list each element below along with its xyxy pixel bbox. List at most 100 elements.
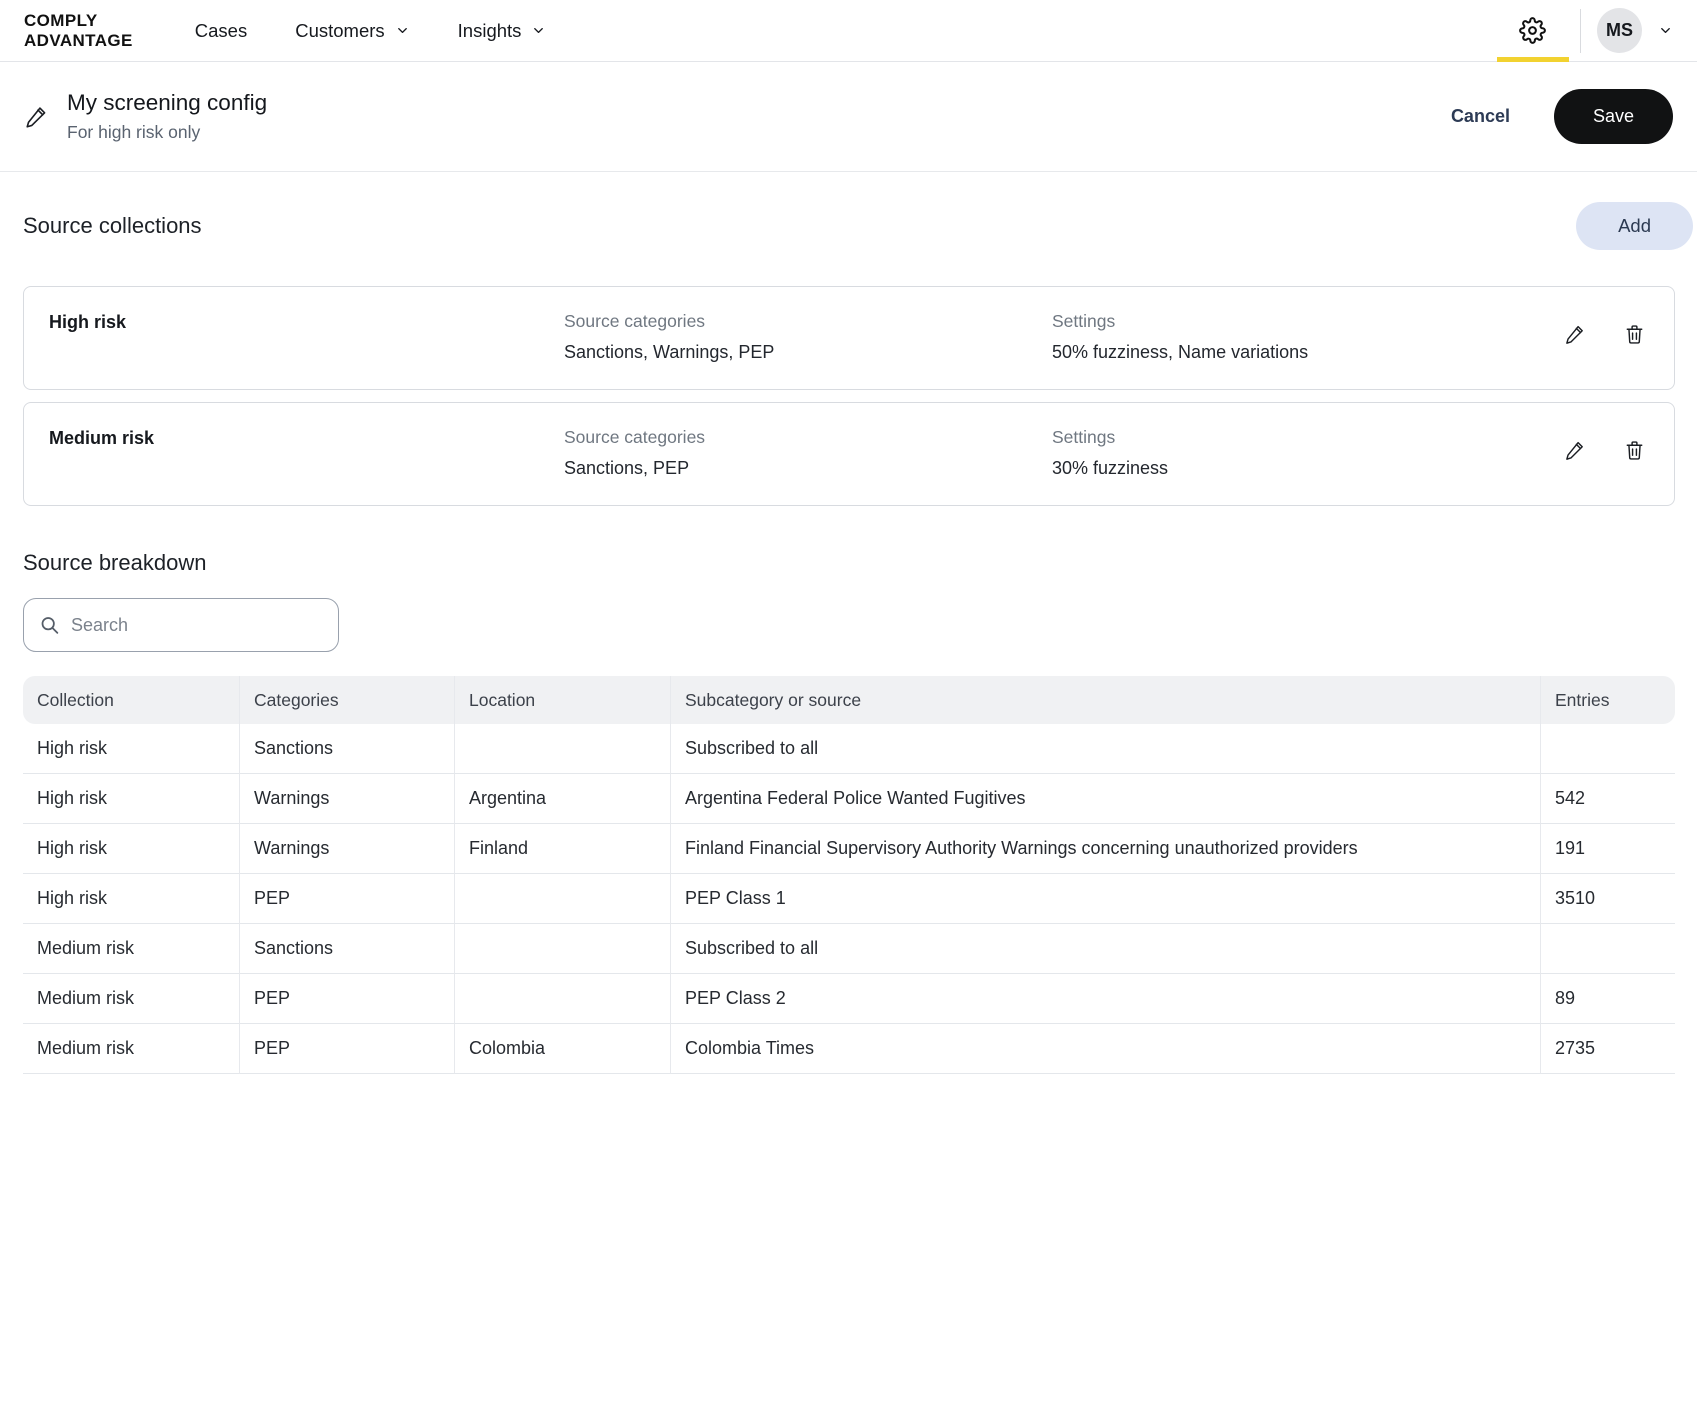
primary-nav: Cases Customers Insights [195,20,547,42]
main-content: Source collections Add High risk Source … [0,202,1697,1074]
settings-nav-button[interactable] [1501,0,1564,61]
settings-label: Settings [1052,427,1564,448]
col-header-entries: Entries [1540,676,1675,724]
collection-card-medium-risk: Medium risk Source categories Sanctions,… [23,402,1675,506]
account-menu-button[interactable] [1658,23,1673,38]
settings-value: 50% fuzziness, Name variations [1052,342,1564,363]
nav-item-insights-label: Insights [458,20,522,42]
comply-advantage-logo[interactable]: COMPLYADVANTAGE [24,11,133,49]
col-header-subcategory: Subcategory or source [670,676,1540,724]
header-actions: Cancel Save [1451,89,1673,144]
cell-subcategory: Argentina Federal Police Wanted Fugitive… [670,774,1540,824]
collection-name: Medium risk [49,427,564,449]
categories-value: Sanctions, Warnings, PEP [564,342,1052,363]
avatar-initials: MS [1606,20,1633,41]
chevron-down-icon [395,23,410,38]
table-row[interactable]: High risk Warnings Finland Finland Finan… [23,824,1675,874]
config-title-block: My screening config For high risk only [67,90,267,143]
cell-entries: 191 [1540,824,1675,874]
table-header-row: Collection Categories Location Subcatego… [23,676,1675,724]
add-collection-button[interactable]: Add [1576,202,1693,250]
cell-categories: Warnings [239,824,454,874]
trash-icon [1623,323,1646,346]
collection-card-high-risk: High risk Source categories Sanctions, W… [23,286,1675,390]
cell-collection: High risk [23,824,239,874]
cell-subcategory: Subscribed to all [670,724,1540,774]
table-row[interactable]: Medium risk PEP Colombia Colombia Times … [23,1024,1675,1074]
cell-collection: Medium risk [23,924,239,974]
cell-location [454,924,670,974]
collection-name: High risk [49,311,564,333]
cell-collection: Medium risk [23,974,239,1024]
edit-collection-button[interactable] [1564,323,1587,346]
cell-categories: Warnings [239,774,454,824]
top-nav: COMPLYADVANTAGE Cases Customers Insights… [0,0,1697,62]
cell-subcategory: Colombia Times [670,1024,1540,1074]
page-subtitle: For high risk only [67,122,267,143]
settings-value: 30% fuzziness [1052,458,1564,479]
pencil-icon [1564,439,1587,462]
collection-settings: Settings 30% fuzziness [1052,427,1564,479]
table-row[interactable]: High risk Sanctions Subscribed to all [23,724,1675,774]
cell-subcategory: PEP Class 1 [670,874,1540,924]
cell-collection: High risk [23,724,239,774]
source-collections-heading: Source collections [23,213,202,239]
card-actions [1564,427,1646,462]
table-row[interactable]: High risk Warnings Argentina Argentina F… [23,774,1675,824]
source-collections-header: Source collections Add [23,202,1675,250]
card-actions [1564,311,1646,346]
search-icon [39,615,60,636]
cell-location [454,974,670,1024]
nav-item-insights[interactable]: Insights [458,20,547,42]
collection-settings: Settings 50% fuzziness, Name variations [1052,311,1564,363]
edit-pencil-icon[interactable] [24,104,50,130]
cell-location: Finland [454,824,670,874]
cell-location [454,874,670,924]
cell-collection: Medium risk [23,1024,239,1074]
save-button[interactable]: Save [1554,89,1673,144]
nav-right-group: MS [1501,0,1673,61]
cell-categories: PEP [239,974,454,1024]
table-row[interactable]: Medium risk Sanctions Subscribed to all [23,924,1675,974]
cell-entries: 2735 [1540,1024,1675,1074]
cell-categories: PEP [239,874,454,924]
search-input[interactable] [23,598,339,652]
nav-divider [1580,9,1581,53]
avatar[interactable]: MS [1597,8,1642,53]
edit-collection-button[interactable] [1564,439,1587,462]
cell-categories: Sanctions [239,724,454,774]
cell-collection: High risk [23,874,239,924]
categories-label: Source categories [564,311,1052,332]
nav-item-customers[interactable]: Customers [295,20,409,42]
collection-categories: Source categories Sanctions, PEP [564,427,1052,479]
categories-label: Source categories [564,427,1052,448]
table-row[interactable]: High risk PEP PEP Class 1 3510 [23,874,1675,924]
cell-entries: 542 [1540,774,1675,824]
chevron-down-icon [1658,23,1673,38]
nav-item-cases[interactable]: Cases [195,20,247,42]
cell-entries [1540,724,1675,774]
cell-subcategory: PEP Class 2 [670,974,1540,1024]
col-header-categories: Categories [239,676,454,724]
cell-entries: 3510 [1540,874,1675,924]
source-breakdown-heading: Source breakdown [23,550,1675,576]
chevron-down-icon [531,23,546,38]
cell-entries: 89 [1540,974,1675,1024]
logo-line1: COMPLY [24,11,98,30]
col-header-location: Location [454,676,670,724]
cell-location: Argentina [454,774,670,824]
cell-location [454,724,670,774]
delete-collection-button[interactable] [1623,323,1646,346]
nav-item-cases-label: Cases [195,20,247,42]
cancel-button[interactable]: Cancel [1451,106,1510,127]
table-row[interactable]: Medium risk PEP PEP Class 2 89 [23,974,1675,1024]
categories-value: Sanctions, PEP [564,458,1052,479]
cell-subcategory: Finland Financial Supervisory Authority … [670,824,1540,874]
cell-collection: High risk [23,774,239,824]
active-tab-indicator [1497,57,1569,62]
gear-icon [1519,17,1546,44]
cell-categories: Sanctions [239,924,454,974]
collection-categories: Source categories Sanctions, Warnings, P… [564,311,1052,363]
col-header-collection: Collection [23,676,239,724]
delete-collection-button[interactable] [1623,439,1646,462]
